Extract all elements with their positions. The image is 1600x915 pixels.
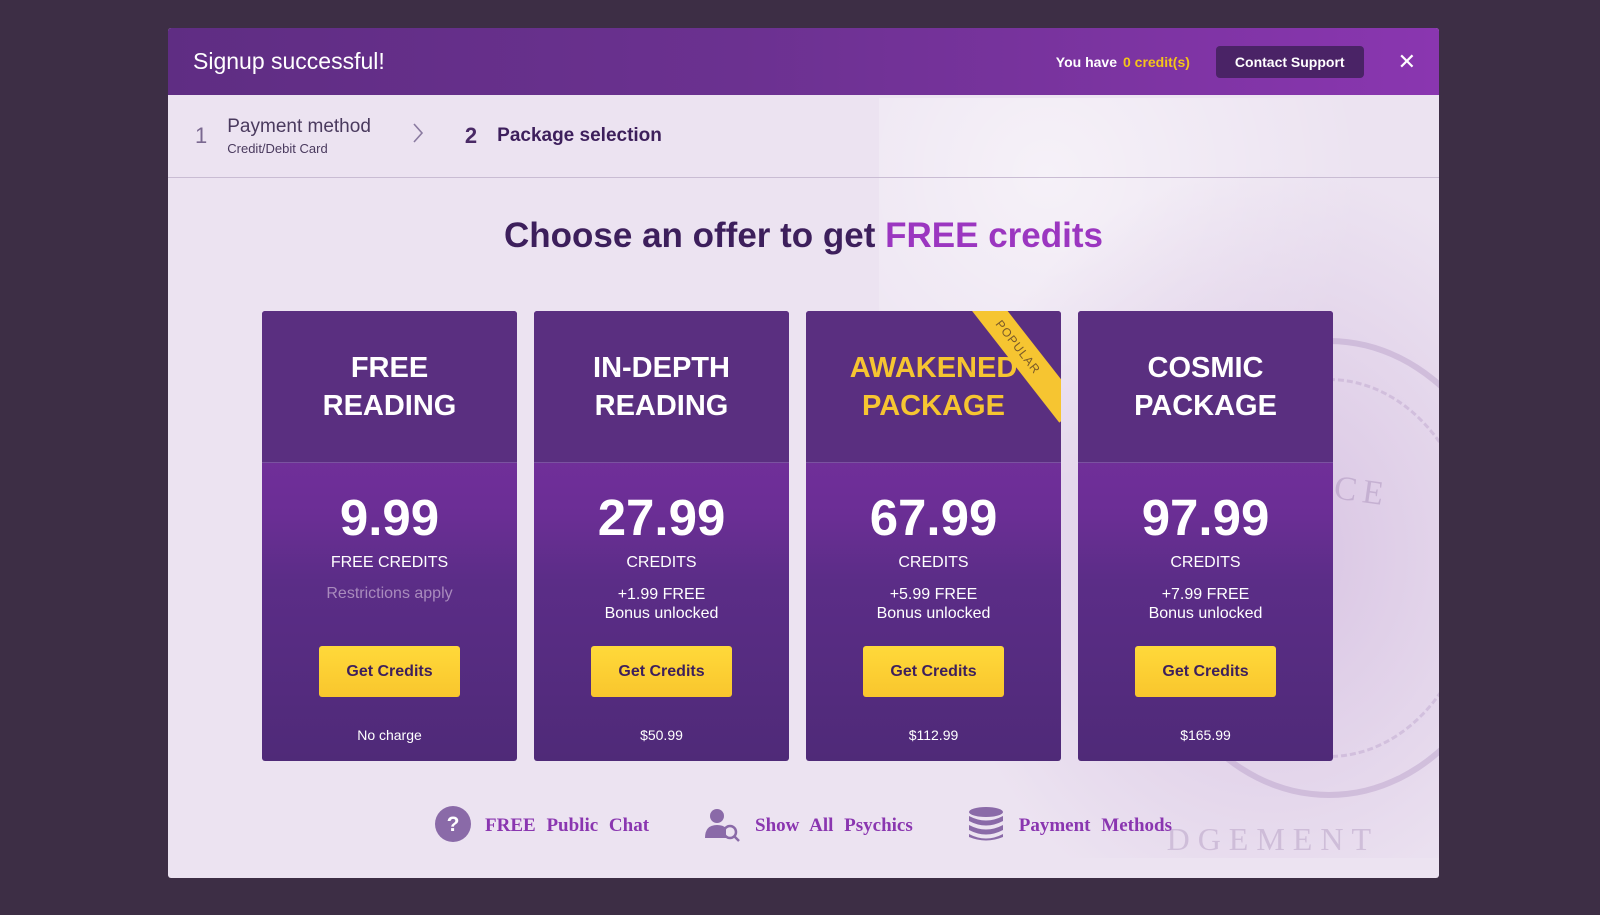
- package-card-free-reading: FREE READING 9.99 FREE CREDITS Restricti…: [262, 311, 517, 761]
- get-credits-button[interactable]: Get Credits: [863, 646, 1004, 697]
- step-number: 2: [464, 123, 478, 148]
- question-icon: ?: [435, 805, 472, 847]
- bonus-amount: +1.99 FREE: [617, 586, 706, 603]
- package-name-line: FREE: [350, 351, 429, 384]
- coins-stack-icon: [967, 806, 1005, 847]
- credit-amount: 67.99: [869, 489, 998, 546]
- footer-link-label: Show All Psychics: [755, 815, 913, 836]
- package-name-line: IN-DEPTH: [593, 351, 730, 384]
- free-public-chat-link[interactable]: ? FREE Public Chat: [435, 805, 650, 847]
- package-card-awakened-package: POPULAR AWAKENED PACKAGE 67.99 CREDITS +…: [806, 311, 1061, 761]
- step-title: Payment method: [227, 116, 371, 137]
- user-search-icon: [703, 806, 741, 847]
- svg-text:?: ?: [447, 813, 460, 836]
- package-name-line: READING: [594, 389, 729, 422]
- package-price: $165.99: [1180, 727, 1231, 743]
- modal-title: Signup successful!: [193, 48, 385, 74]
- bonus-label: Bonus unlocked: [1148, 605, 1263, 622]
- step-package-selection[interactable]: 2 Package selection: [465, 123, 662, 149]
- package-name-line: PACKAGE: [862, 389, 1005, 422]
- step-number: 1: [195, 123, 208, 148]
- credit-unit: CREDITS: [1170, 554, 1241, 571]
- package-price: No charge: [357, 727, 422, 743]
- package-cards: FREE READING 9.99 FREE CREDITS Restricti…: [262, 311, 1350, 761]
- credit-unit: FREE CREDITS: [330, 554, 449, 571]
- credit-balance-value: 0 credit(s): [1122, 53, 1190, 70]
- package-card-in-depth-reading: IN-DEPTH READING 27.99 CREDITS +1.99 FRE…: [534, 311, 789, 761]
- package-name: AWAKENED PACKAGE: [850, 349, 1018, 425]
- card-header: IN-DEPTH READING: [534, 311, 789, 463]
- get-credits-button[interactable]: Get Credits: [1135, 646, 1276, 697]
- package-name: FREE READING: [323, 349, 457, 425]
- package-name-line: COSMIC: [1147, 351, 1264, 384]
- footer-links: ? FREE Public Chat Show All Psychics Pay…: [168, 803, 1439, 849]
- bonus-info: +5.99 FREE Bonus unlocked: [806, 585, 1061, 625]
- credit-amount: 9.99: [339, 489, 440, 546]
- package-name-line: PACKAGE: [1134, 389, 1277, 422]
- package-price: $112.99: [908, 727, 959, 743]
- get-credits-button[interactable]: Get Credits: [319, 646, 460, 697]
- chevron-right-icon: [411, 122, 425, 151]
- package-name-line: READING: [322, 389, 457, 422]
- bonus-label: Bonus unlocked: [876, 605, 991, 622]
- footer-link-label: Payment Methods: [1018, 815, 1172, 836]
- contact-support-button[interactable]: Contact Support: [1215, 45, 1364, 78]
- package-card-cosmic-package: COSMIC PACKAGE 97.99 CREDITS +7.99 FREE …: [1078, 311, 1333, 761]
- credit-amount: 97.99: [1141, 489, 1270, 546]
- restrictions-note: Restrictions apply: [326, 585, 453, 602]
- bonus-label: Bonus unlocked: [604, 605, 719, 622]
- headline-text: Choose an offer to get: [504, 216, 886, 255]
- show-all-psychics-link[interactable]: Show All Psychics: [703, 806, 913, 847]
- package-price: $50.99: [640, 727, 683, 743]
- step-title: Package selection: [497, 125, 662, 146]
- step-subtitle: Credit/Debit Card: [227, 141, 328, 156]
- package-name-line: AWAKENED: [849, 351, 1018, 384]
- credit-amount: 27.99: [597, 489, 726, 546]
- card-header: FREE READING: [262, 311, 517, 463]
- headline-highlight: FREE credits: [885, 216, 1103, 255]
- checkout-steps: 1 Payment method Credit/Debit Card 2 Pac…: [168, 95, 1439, 178]
- modal-header: Signup successful! You have 0 credit(s) C…: [168, 28, 1439, 95]
- package-name: COSMIC PACKAGE: [1134, 349, 1277, 425]
- offer-headline: Choose an offer to get FREE credits: [168, 216, 1439, 256]
- close-icon[interactable]: ✕: [1398, 50, 1416, 73]
- bonus-info: +1.99 FREE Bonus unlocked: [534, 585, 789, 625]
- step-payment-method[interactable]: 1 Payment method Credit/Debit Card: [195, 116, 371, 156]
- card-header: COSMIC PACKAGE: [1078, 311, 1333, 463]
- credit-unit: CREDITS: [626, 554, 697, 571]
- bonus-info: +7.99 FREE Bonus unlocked: [1078, 585, 1333, 625]
- bonus-amount: +7.99 FREE: [1161, 586, 1250, 603]
- credit-unit: CREDITS: [898, 554, 969, 571]
- credit-balance: You have 0 credit(s): [1056, 54, 1190, 70]
- get-credits-button[interactable]: Get Credits: [591, 646, 732, 697]
- payment-methods-link[interactable]: Payment Methods: [967, 806, 1172, 847]
- bonus-amount: +5.99 FREE: [889, 586, 978, 603]
- footer-link-label: FREE Public Chat: [485, 815, 650, 836]
- credit-balance-label: You have: [1055, 53, 1117, 70]
- signup-modal: CE DGEMENT Signup successful! You have 0 …: [168, 28, 1439, 878]
- package-name: IN-DEPTH READING: [593, 349, 730, 425]
